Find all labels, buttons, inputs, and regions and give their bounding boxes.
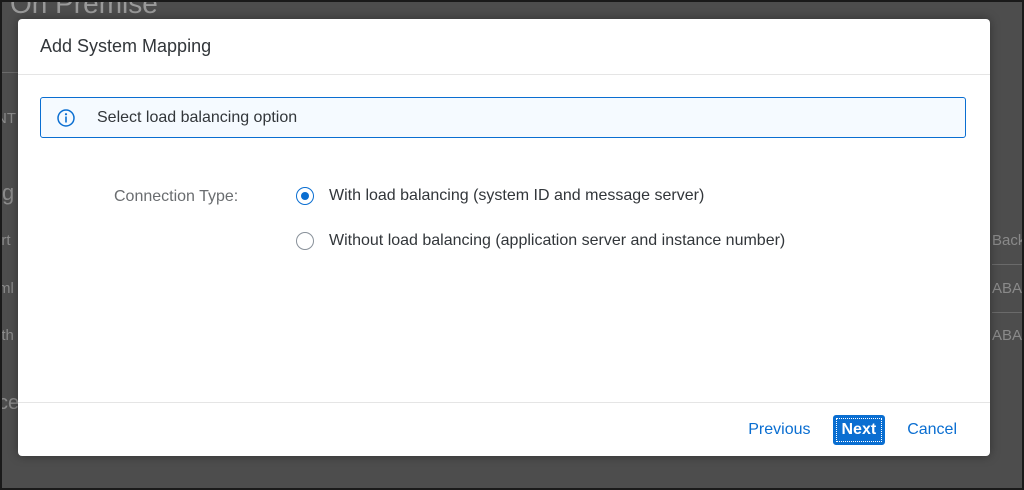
background-text-fragment: ith bbox=[1, 327, 14, 344]
radio-with-load-balancing-label: With load balancing (system ID and messa… bbox=[329, 187, 705, 204]
info-message-text: Select load balancing option bbox=[97, 108, 298, 126]
radio-unselected-icon[interactable] bbox=[296, 232, 314, 250]
radio-selected-icon[interactable] bbox=[296, 187, 314, 205]
previous-button[interactable]: Previous bbox=[748, 421, 810, 439]
background-cell-fragment: ABA bbox=[992, 327, 1023, 344]
connection-type-label: Connection Type: bbox=[114, 188, 239, 205]
add-system-mapping-dialog: Add System Mapping Select load balancing… bbox=[18, 19, 990, 456]
dialog-header: Add System Mapping bbox=[18, 19, 990, 75]
background-heading-fragment: g bbox=[2, 180, 15, 205]
dialog-footer: Previous Next Cancel bbox=[18, 402, 990, 456]
info-message-strip: Select load balancing option bbox=[40, 97, 966, 138]
background-column-header-fragment: Back bbox=[992, 232, 1024, 249]
background-text-fragment: irt bbox=[1, 232, 11, 249]
background-text-fragment: ml bbox=[2, 280, 14, 297]
cancel-button[interactable]: Cancel bbox=[907, 421, 957, 439]
dialog-title: Add System Mapping bbox=[40, 36, 212, 56]
background-divider bbox=[992, 312, 1022, 313]
background-divider bbox=[992, 264, 1022, 265]
background-page-title: On Premise bbox=[10, 0, 158, 19]
radio-with-load-balancing[interactable]: With load balancing (system ID and messa… bbox=[296, 187, 704, 205]
radio-without-load-balancing[interactable]: Without load balancing (application serv… bbox=[296, 232, 785, 250]
background-text-fragment: ce bbox=[0, 392, 20, 414]
next-button[interactable]: Next bbox=[832, 414, 886, 445]
info-icon bbox=[41, 108, 91, 127]
background-tab-fragment: NT bbox=[2, 110, 16, 127]
radio-without-load-balancing-label: Without load balancing (application serv… bbox=[329, 232, 786, 249]
background-cell-fragment: ABA bbox=[992, 280, 1023, 297]
